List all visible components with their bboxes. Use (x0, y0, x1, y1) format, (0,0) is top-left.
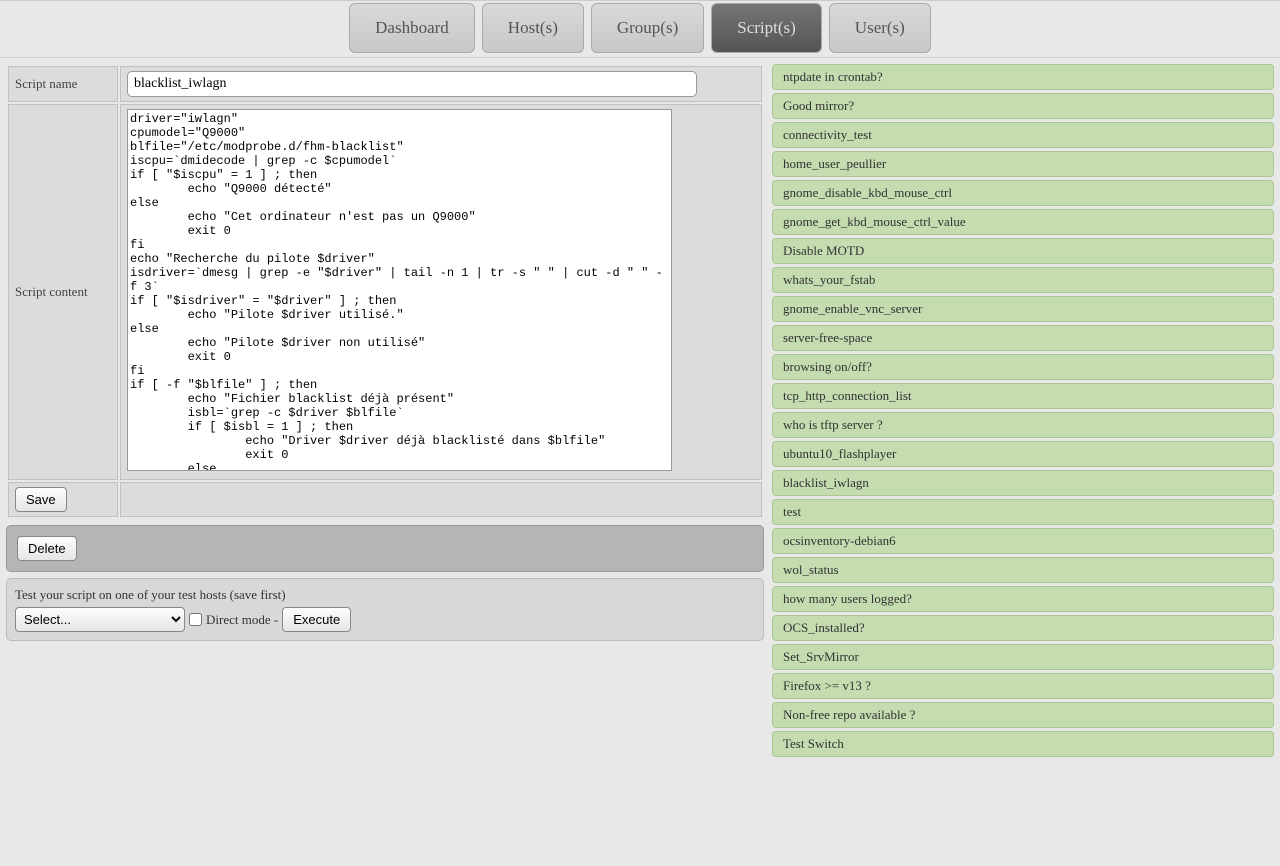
script-item[interactable]: Disable MOTD (772, 238, 1274, 264)
script-form-table: Script name Script content Save (6, 64, 764, 519)
direct-mode-label: Direct mode - (206, 612, 278, 628)
script-item[interactable]: Good mirror? (772, 93, 1274, 119)
tab-scripts[interactable]: Script(s) (711, 3, 822, 53)
delete-panel: Delete (6, 525, 764, 572)
script-item[interactable]: ocsinventory-debian6 (772, 528, 1274, 554)
script-content-textarea[interactable] (127, 109, 672, 471)
delete-button[interactable]: Delete (17, 536, 77, 561)
script-item[interactable]: Non-free repo available ? (772, 702, 1274, 728)
script-list: ntpdate in crontab? Good mirror? connectiv… (772, 64, 1274, 757)
left-column: Script name Script content Save Delete (6, 64, 764, 757)
script-name-input[interactable] (127, 71, 697, 97)
test-panel-title: Test your script on one of your test hos… (15, 587, 755, 603)
direct-mode-checkbox[interactable] (189, 613, 202, 626)
script-item[interactable]: gnome_enable_vnc_server (772, 296, 1274, 322)
save-button[interactable]: Save (15, 487, 67, 512)
script-item[interactable]: home_user_peullier (772, 151, 1274, 177)
script-item[interactable]: tcp_http_connection_list (772, 383, 1274, 409)
script-item[interactable]: server-free-space (772, 325, 1274, 351)
right-column: ntpdate in crontab? Good mirror? connectiv… (772, 64, 1274, 757)
script-name-label: Script name (8, 66, 118, 102)
test-panel: Test your script on one of your test hos… (6, 578, 764, 641)
execute-button[interactable]: Execute (282, 607, 351, 632)
script-item[interactable]: connectivity_test (772, 122, 1274, 148)
tab-dashboard[interactable]: Dashboard (349, 3, 475, 53)
script-item[interactable]: OCS_installed? (772, 615, 1274, 641)
script-item[interactable]: whats_your_fstab (772, 267, 1274, 293)
script-item[interactable]: Set_SrvMirror (772, 644, 1274, 670)
tab-users[interactable]: User(s) (829, 3, 931, 53)
script-item[interactable]: gnome_get_kbd_mouse_ctrl_value (772, 209, 1274, 235)
test-host-select[interactable]: Select... (15, 607, 185, 632)
script-item[interactable]: ntpdate in crontab? (772, 64, 1274, 90)
script-item[interactable]: browsing on/off? (772, 354, 1274, 380)
script-item[interactable]: wol_status (772, 557, 1274, 583)
script-item[interactable]: ubuntu10_flashplayer (772, 441, 1274, 467)
script-item[interactable]: gnome_disable_kbd_mouse_ctrl (772, 180, 1274, 206)
nav-tabs: DashboardHost(s)Group(s)Script(s)User(s) (0, 0, 1280, 58)
tab-groups[interactable]: Group(s) (591, 3, 704, 53)
script-item[interactable]: Firefox >= v13 ? (772, 673, 1274, 699)
script-item[interactable]: blacklist_iwlagn (772, 470, 1274, 496)
script-item[interactable]: who is tftp server ? (772, 412, 1274, 438)
main-content: Script name Script content Save Delete (0, 58, 1280, 763)
tab-hosts[interactable]: Host(s) (482, 3, 584, 53)
script-item[interactable]: Test Switch (772, 731, 1274, 757)
script-content-label: Script content (8, 104, 118, 480)
script-item[interactable]: how many users logged? (772, 586, 1274, 612)
script-item[interactable]: test (772, 499, 1274, 525)
